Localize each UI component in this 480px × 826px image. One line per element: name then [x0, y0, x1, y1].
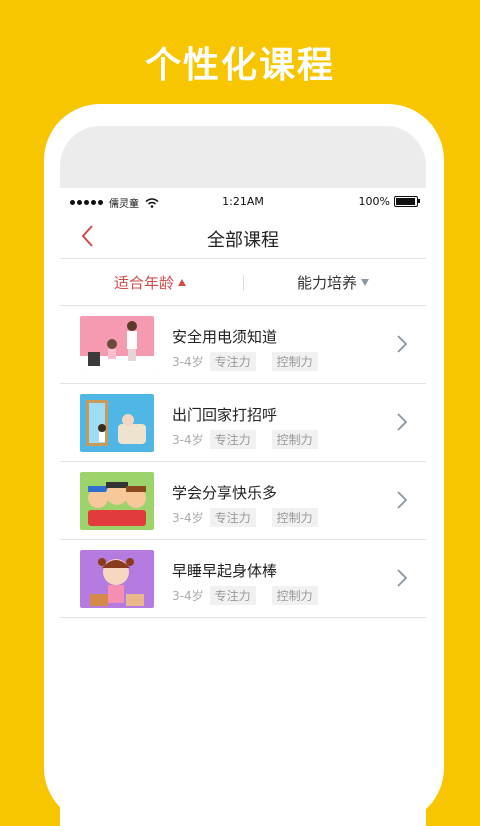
chevron-right-icon	[397, 413, 408, 431]
course-age: 3-4岁	[172, 511, 204, 525]
course-age: 3-4岁	[172, 355, 204, 369]
course-age: 3-4岁	[172, 433, 204, 447]
filter-ability-button[interactable]: 能力培养	[297, 272, 370, 293]
course-meta: 3-4岁 专注力 控制力	[172, 352, 318, 371]
chevron-right-icon	[397, 335, 408, 353]
course-title: 安全用电须知道	[172, 328, 278, 346]
course-thumbnail	[80, 472, 154, 530]
filter-bar: 适合年龄 能力培养	[60, 259, 426, 306]
course-age: 3-4岁	[172, 589, 204, 603]
course-meta: 3-4岁 专注力 控制力	[172, 508, 318, 527]
battery-icon	[394, 196, 420, 207]
course-tag: 专注力	[209, 352, 256, 371]
course-tag: 控制力	[271, 586, 318, 605]
course-title: 出门回家打招呼	[172, 406, 278, 424]
course-tag: 专注力	[209, 586, 256, 605]
filter-divider	[243, 275, 244, 291]
page-title: 全部课程	[207, 230, 279, 251]
status-bar: 儒灵童 1:21AM 100%	[60, 188, 426, 216]
course-row[interactable]: 安全用电须知道 3-4岁 专注力 控制力	[60, 306, 426, 384]
course-meta: 3-4岁 专注力 控制力	[172, 586, 318, 605]
course-tag: 控制力	[271, 430, 318, 449]
nav-bar: 全部课程	[60, 216, 426, 259]
battery-percent: 100%	[358, 195, 390, 208]
hero-title: 个性化课程	[144, 45, 335, 86]
phone-screen: 儒灵童 1:21AM 100% 全部课程 适合年龄 能力培养 安全用电须知道 3…	[60, 126, 426, 826]
filter-age-button[interactable]: 适合年龄	[114, 272, 187, 293]
course-tag: 控制力	[271, 508, 318, 527]
course-thumbnail	[80, 394, 154, 452]
chevron-right-icon	[397, 569, 408, 587]
app-screen: 儒灵童 1:21AM 100% 全部课程 适合年龄 能力培养 安全用电须知道 3…	[60, 188, 426, 826]
status-right: 100%	[358, 195, 420, 208]
course-tag: 专注力	[209, 430, 256, 449]
course-title: 学会分享快乐多	[172, 484, 278, 502]
course-row[interactable]: 早睡早起身体棒 3-4岁 专注力 控制力	[60, 540, 426, 618]
course-thumbnail	[80, 316, 154, 374]
course-row[interactable]: 学会分享快乐多 3-4岁 专注力 控制力	[60, 462, 426, 540]
course-title: 早睡早起身体棒	[172, 562, 278, 580]
course-tag: 控制力	[271, 352, 318, 371]
triangle-down-icon	[361, 279, 370, 286]
course-meta: 3-4岁 专注力 控制力	[172, 430, 318, 449]
filter-age-label: 适合年龄	[114, 274, 175, 292]
course-list: 安全用电须知道 3-4岁 专注力 控制力 出门回家打招呼 3-4岁 专注力 控制…	[60, 306, 426, 618]
filter-ability-label: 能力培养	[297, 274, 358, 292]
course-tag: 专注力	[209, 508, 256, 527]
course-row[interactable]: 出门回家打招呼 3-4岁 专注力 控制力	[60, 384, 426, 462]
triangle-up-icon	[178, 279, 187, 286]
course-thumbnail	[80, 550, 154, 608]
chevron-right-icon	[397, 491, 408, 509]
